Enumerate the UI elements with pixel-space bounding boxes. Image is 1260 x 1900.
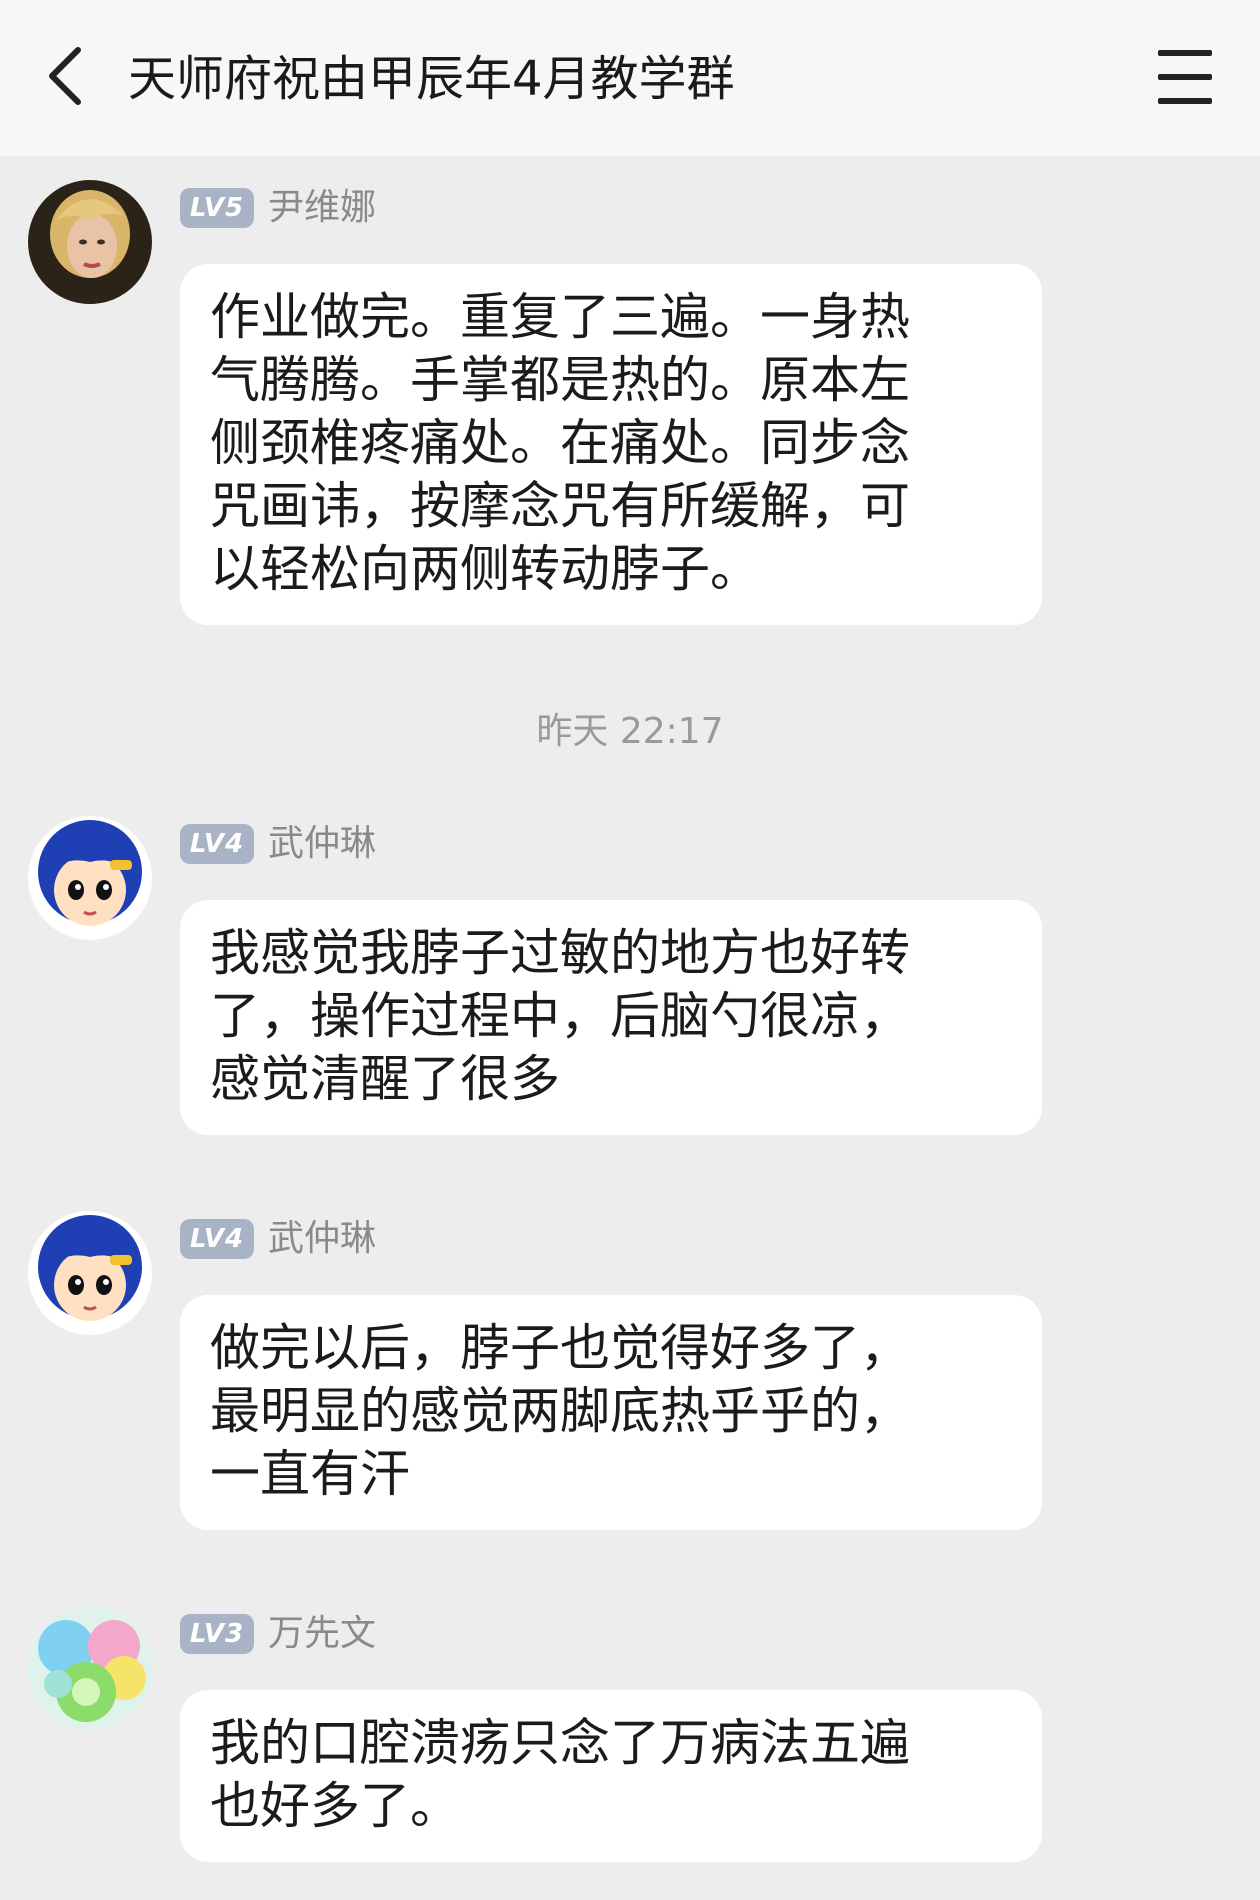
sender-name: 万先文 (268, 1613, 377, 1654)
sender-name: 武仲琳 (268, 823, 377, 864)
level-badge: LV5 (180, 188, 254, 228)
hamburger-menu-icon (1158, 50, 1212, 56)
level-badge: LV4 (180, 824, 254, 864)
message-bubble[interactable]: 作业做完。重复了三遍。一身热 气腾腾。手掌都是热的。原本左 侧颈椎疼痛处。在痛处… (180, 264, 1042, 625)
chat-title: 天师府祝由甲辰年4月教学群 (128, 51, 735, 107)
timestamp: 昨天 22:17 (536, 711, 724, 752)
message-text: 做完以后，脖子也觉得好多了， 最明显的感觉两脚底热乎乎的， 一直有汗 (210, 1319, 910, 1503)
message-text: 我的口腔溃疡只念了万病法五遍 也好多了。 (210, 1714, 910, 1835)
portrait-avatar (28, 180, 152, 304)
sender-name: 尹维娜 (268, 187, 377, 228)
cartoon-avatar (28, 1211, 152, 1335)
sender-avatar[interactable] (28, 180, 152, 304)
message-text: 作业做完。重复了三遍。一身热 气腾腾。手掌都是热的。原本左 侧颈椎疼痛处。在痛处… (210, 288, 910, 598)
candy-avatar (28, 1606, 152, 1730)
message-bubble[interactable]: 我的口腔溃疡只念了万病法五遍 也好多了。 (180, 1690, 1042, 1862)
level-badge: LV4 (180, 1219, 254, 1259)
message-bubble[interactable]: 我感觉我脖子过敏的地方也好转 了，操作过程中，后脑勺很凉， 感觉清醒了很多 (180, 900, 1042, 1135)
sender-name: 武仲琳 (268, 1218, 377, 1259)
message-text: 我感觉我脖子过敏的地方也好转 了，操作过程中，后脑勺很凉， 感觉清醒了很多 (210, 924, 910, 1108)
top-bar: 天师府祝由甲辰年4月教学群 (0, 0, 1260, 156)
level-badge: LV3 (180, 1614, 254, 1654)
menu-button[interactable] (1150, 50, 1220, 106)
cartoon-avatar (28, 816, 152, 940)
sender-avatar[interactable] (28, 1211, 152, 1335)
chevron-left-icon (49, 47, 81, 105)
sender-avatar[interactable] (28, 1606, 152, 1730)
sender-avatar[interactable] (28, 816, 152, 940)
back-button[interactable] (30, 40, 102, 112)
message-bubble[interactable]: 做完以后，脖子也觉得好多了， 最明显的感觉两脚底热乎乎的， 一直有汗 (180, 1295, 1042, 1530)
